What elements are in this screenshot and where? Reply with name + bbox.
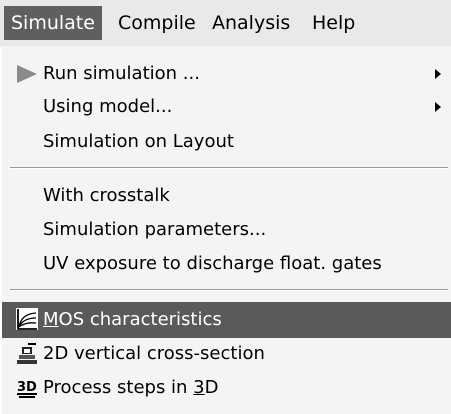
process-steps-accelerator: 3 [193, 377, 205, 398]
3d-icon: 3D [17, 380, 37, 398]
menu-separator [10, 289, 448, 291]
menu-help[interactable]: Help [305, 6, 362, 40]
menu-bar: Simulate Compile Analysis Help [0, 0, 451, 47]
mos-characteristics-label: MOS characteristics [43, 302, 222, 338]
process-steps-prefix: Process steps in [43, 377, 194, 398]
simulate-dropdown: Run simulation ... Using model... Simula… [2, 46, 451, 414]
mos-accelerator: M [43, 309, 59, 330]
vertical-cross-section-label: 2D vertical cross-section [43, 343, 265, 364]
mos-rest: OS characteristics [58, 309, 222, 330]
cross-section-icon [17, 343, 37, 364]
with-crosstalk-label: With crosstalk [43, 185, 170, 206]
simulation-on-layout-label: Simulation on Layout [43, 131, 234, 152]
menu-item-mos-characteristics[interactable]: MOS characteristics [2, 302, 451, 338]
uv-exposure-label: UV exposure to discharge float. gates [43, 253, 382, 274]
process-steps-label: Process steps in 3D [43, 370, 219, 406]
process-steps-suffix: D [204, 377, 219, 398]
menu-item-process-steps-3d[interactable]: 3D Process steps in 3D [2, 370, 451, 406]
menu-item-simulation-parameters[interactable]: Simulation parameters... [2, 212, 451, 248]
menu-item-run-simulation[interactable]: Run simulation ... [2, 56, 451, 92]
menu-analysis[interactable]: Analysis [205, 6, 297, 40]
menu-compile[interactable]: Compile [111, 6, 203, 40]
simulation-parameters-label: Simulation parameters... [43, 219, 267, 240]
menu-item-simulation-on-layout[interactable]: Simulation on Layout [2, 124, 451, 160]
play-triangle-icon [17, 65, 37, 83]
menu-item-2d-vertical-cross-section[interactable]: 2D vertical cross-section [2, 336, 451, 372]
menu-item-uv-exposure[interactable]: UV exposure to discharge float. gates [2, 246, 451, 282]
menu-simulate[interactable]: Simulate [4, 6, 102, 40]
mos-curves-icon [16, 308, 38, 330]
using-model-label: Using model... [43, 96, 173, 117]
menu-item-with-crosstalk[interactable]: With crosstalk [2, 178, 451, 214]
menu-item-using-model[interactable]: Using model... [2, 89, 451, 125]
run-simulation-label: Run simulation ... [43, 63, 200, 84]
submenu-arrow-icon [435, 69, 441, 79]
svg-text:3D: 3D [17, 380, 37, 395]
menu-separator [10, 167, 448, 169]
submenu-arrow-icon [435, 102, 441, 112]
